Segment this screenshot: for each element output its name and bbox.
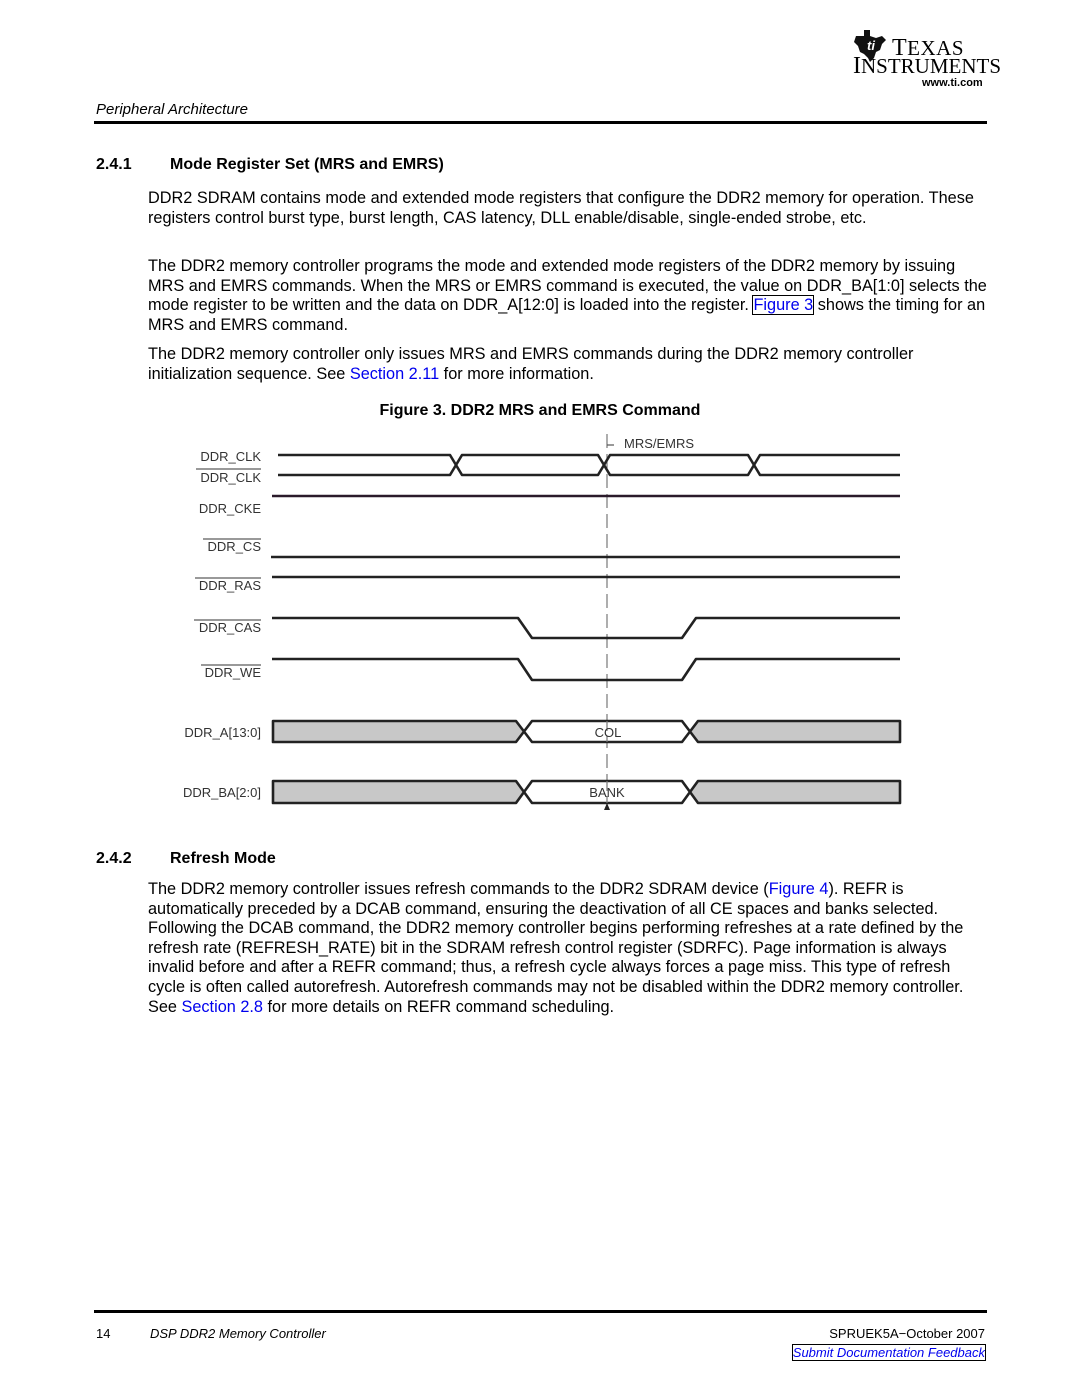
waveform-ddr-cas — [272, 616, 900, 640]
figure-4-link[interactable]: Figure 4 — [769, 880, 829, 898]
signal-label-ddr-cke: DDR_CKE — [199, 501, 261, 516]
signal-label-ddr-cs: DDR_CS — [208, 539, 262, 554]
bus-ddr-a-after — [688, 719, 902, 744]
signal-label-ddr-clk-n: DDR_CLK — [200, 470, 261, 485]
bus-ddr-ba-after — [688, 779, 902, 805]
footer-divider — [94, 1310, 987, 1313]
page-number: 14 — [96, 1326, 111, 1341]
footer-doc-title: DSP DDR2 Memory Controller — [150, 1326, 326, 1341]
section-2-8-link[interactable]: Section 2.8 — [182, 998, 263, 1016]
signal-label-ddr-a: DDR_A[13:0] — [184, 725, 261, 740]
bus-ddr-ba-before — [271, 779, 526, 805]
section-number: 2.4.2 — [96, 850, 132, 867]
paragraph-refresh-mode: The DDR2 memory controller issues refres… — [148, 880, 964, 1016]
signal-label-ddr-ba: DDR_BA[2:0] — [183, 785, 261, 800]
bus-value-bank: BANK — [589, 785, 625, 800]
mrs-marker-label: MRS/EMRS — [624, 436, 694, 451]
section-title: Refresh Mode — [170, 850, 276, 867]
waveform-ddr-we — [272, 657, 900, 682]
waveform-ddr-clk-n — [278, 453, 900, 477]
section-heading-2-4-2: 2.4.2 Refresh Mode — [96, 850, 276, 868]
waveform-ddr-clk — [278, 453, 900, 477]
signal-label-ddr-cas: DDR_CAS — [199, 620, 261, 635]
timing-diagram: MRS/EMRS DDR_CLK DDR_CLK DDR_CKE DDR_CS … — [183, 434, 902, 810]
signal-label-ddr-we: DDR_WE — [205, 665, 262, 680]
signal-label-ddr-clk: DDR_CLK — [200, 449, 261, 464]
bus-value-col: COL — [595, 725, 622, 740]
footer-doc-id: SPRUEK5A−October 2007 — [829, 1326, 985, 1341]
submit-feedback-link[interactable]: Submit Documentation Feedback — [791, 1344, 987, 1361]
signal-label-ddr-ras: DDR_RAS — [199, 578, 261, 593]
bus-ddr-a-before — [271, 719, 526, 744]
